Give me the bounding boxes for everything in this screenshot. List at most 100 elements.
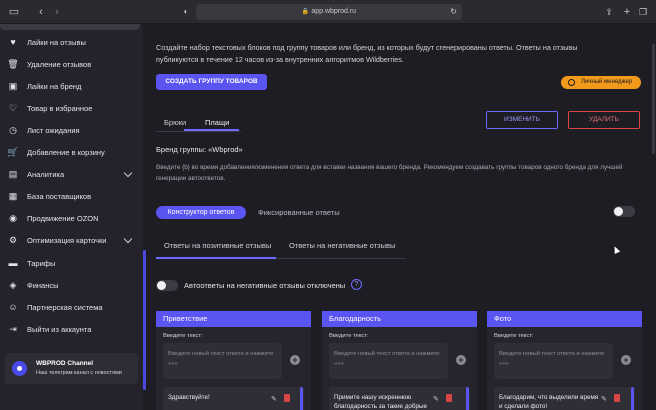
item-scrollbar[interactable] (631, 387, 634, 410)
back-icon[interactable]: ‹ (36, 4, 46, 20)
sidebar-item-10[interactable]: ▬ Тарифы (0, 252, 143, 274)
edit-icon[interactable]: ✎ (271, 395, 278, 403)
help-icon[interactable]: ? (351, 279, 362, 290)
new-tab-icon[interactable]: + (622, 4, 632, 20)
lock-icon: 🔒 (301, 9, 310, 15)
autoreply-toggle[interactable] (156, 280, 178, 291)
add-text-icon[interactable]: + (621, 355, 631, 365)
card-text-input[interactable]: Введите новый текст ответа и нажмите «+» (494, 343, 613, 379)
item-scrollbar[interactable] (300, 387, 303, 410)
sidebar-item-label: Партнерская система (27, 302, 103, 312)
user-plus-icon: ☺ (8, 302, 18, 312)
delete-icon[interactable] (614, 394, 620, 402)
main-scrollbar[interactable] (652, 44, 655, 154)
sidebar-item-2[interactable]: ▣ Лайки на бренд (0, 75, 143, 97)
reload-icon[interactable]: ↻ (450, 4, 457, 20)
channel-logo-icon (12, 361, 27, 376)
logout-icon: ⇥ (9, 323, 17, 334)
answer-block-card: Приветствие Введите текст: Введите новый т… (156, 311, 311, 410)
add-text-icon[interactable]: + (456, 355, 466, 365)
sidebar-item-label: Лайки на отзывы (27, 37, 86, 47)
card-text-input[interactable]: Введите новый текст ответа и нажмите «+» (163, 343, 282, 379)
toggle-knob (614, 207, 623, 216)
channel-title: WBPROD Channel (36, 360, 94, 367)
delete-icon[interactable] (284, 394, 290, 402)
sidebar-item-3[interactable]: ♡ Товар в избранное (0, 97, 143, 119)
toggle-knob (157, 281, 166, 290)
tab-negative-reviews[interactable]: Ответы на негативные отзывы (289, 241, 395, 250)
telegram-channel-card[interactable]: WBPROD Channel Наш телеграм канал с ново… (5, 353, 138, 384)
tab-constructor[interactable]: Конструктор ответов (156, 206, 246, 219)
mode-toggle[interactable] (613, 206, 635, 217)
forward-icon[interactable]: › (52, 4, 62, 20)
tabs-overview-icon[interactable]: ❐ (638, 4, 648, 20)
sidebar-item-4[interactable]: ◷ Лист ожидания (0, 119, 143, 141)
sidebar-item-12[interactable]: ☺ Партнерская система (0, 296, 143, 318)
card-title: Фото (487, 311, 642, 327)
channel-subtitle: Наш телеграм канал с новостями (36, 370, 122, 376)
brand-hint: Введите {b} во время добавления/изменени… (156, 164, 623, 182)
chart-icon: ▤ (8, 168, 18, 179)
create-group-button[interactable]: СОЗДАТЬ ГРУППУ ТОВАРОВ (156, 74, 267, 90)
sidebar-item-label: Оптимизация карточки (27, 235, 107, 245)
card-answer-item: Здравствуйте! ✎ (163, 387, 304, 410)
browser-toolbar: ▭ ‹ › ◐ 🔒 app.wbprod.ru ↻ ⇪ + ❐ (0, 0, 656, 24)
edit-icon[interactable]: ✎ (433, 395, 440, 403)
sidebar-item-5[interactable]: 🛒 Добавление в корзину (0, 141, 143, 163)
gear-icon: ⚙ (8, 234, 18, 245)
info-text: Создайте набор текстовых блоков под груп… (156, 43, 578, 64)
share-icon[interactable]: ⇪ (604, 4, 614, 20)
shield-icon[interactable]: ◐ (181, 4, 191, 20)
sidebar-item-11[interactable]: ◈ Финансы (0, 274, 143, 296)
sidebar-item-label: Продвижение OZON (27, 213, 99, 223)
answer-block-card: Благодарность Введите текст: Введите новый… (322, 311, 477, 410)
answer-block-card: Фото Введите текст: Введите новый текст от… (487, 311, 642, 410)
item-scrollbar[interactable] (466, 387, 469, 410)
edit-button[interactable]: ИЗМЕНИТЬ (486, 111, 558, 129)
sidebar-item-1[interactable]: 🗑 Удаление отзывов (0, 53, 143, 75)
cart-icon: 🛒 (7, 146, 19, 157)
wallet-icon: ▬ (8, 258, 18, 268)
sidebar-item-label: Товар в избранное (27, 103, 93, 113)
sidebar-item-label: Добавление в корзину (27, 147, 105, 157)
sidebar-toggle-icon[interactable]: ▭ (8, 4, 20, 20)
tab-group-0[interactable]: Брюки (164, 118, 186, 127)
headset-icon (568, 79, 575, 86)
chevron-down-icon (123, 234, 133, 244)
delete-button[interactable]: УДАЛИТЬ (568, 111, 640, 129)
sidebar-item-label: Лайки на бренд (27, 81, 82, 91)
trash-icon: 🗑 (7, 58, 19, 69)
sidebar-item-label: Тарифы (27, 258, 56, 268)
sidebar-item-label: Лист ожидания (27, 125, 80, 135)
tab-fixed-answers[interactable]: Фиксированные ответы (258, 208, 340, 217)
sidebar-item-0[interactable]: ♥ Лайки на отзывы (0, 31, 143, 53)
sidebar-item-label: Выйти из аккаунта (27, 324, 92, 334)
sidebar-item-9[interactable]: ⚙ Оптимизация карточки (0, 229, 143, 251)
main-content: Создайте набор текстовых блоков под груп… (146, 24, 656, 410)
card-text-input[interactable]: Введите новый текст ответа и нажмите «+» (329, 343, 448, 379)
sidebar: ♥ Лайки на отзывы 🗑 Удаление отзывов ▣ Лайки … (0, 24, 143, 410)
add-text-icon[interactable]: + (290, 355, 300, 365)
heart-box-icon: ▣ (8, 80, 18, 91)
card-title: Приветствие (156, 311, 311, 327)
group-tab-indicator (184, 129, 239, 131)
sidebar-item-7[interactable]: ▦ База поставщиков (0, 185, 143, 207)
sidebar-item-6[interactable]: ▤ Аналитика (0, 163, 143, 185)
review-tab-indicator (156, 257, 276, 259)
delete-icon[interactable] (446, 394, 452, 402)
sidebar-item-8[interactable]: ◉ Продвижение OZON (0, 207, 143, 229)
sidebar-item-13[interactable]: ⇥ Выйти из аккаунта (0, 318, 143, 340)
clock-icon: ◷ (9, 124, 17, 135)
mouse-cursor (611, 245, 621, 254)
edit-icon[interactable]: ✎ (601, 395, 608, 403)
sidebar-item-label: Удаление отзывов (27, 59, 92, 69)
database-icon: ▦ (8, 190, 18, 201)
address-bar[interactable]: 🔒 app.wbprod.ru ↻ (196, 4, 462, 20)
manager-button[interactable]: Личный менеджер (561, 76, 641, 89)
card-title: Благодарность (322, 311, 477, 327)
tab-group-1[interactable]: Плащи (205, 118, 229, 127)
card-input-label: Введите текст: (163, 333, 203, 339)
card-input-label: Введите текст: (494, 333, 534, 339)
tab-positive-reviews[interactable]: Ответы на позитивные отзывы (164, 241, 271, 250)
finance-icon: ◈ (9, 279, 17, 290)
